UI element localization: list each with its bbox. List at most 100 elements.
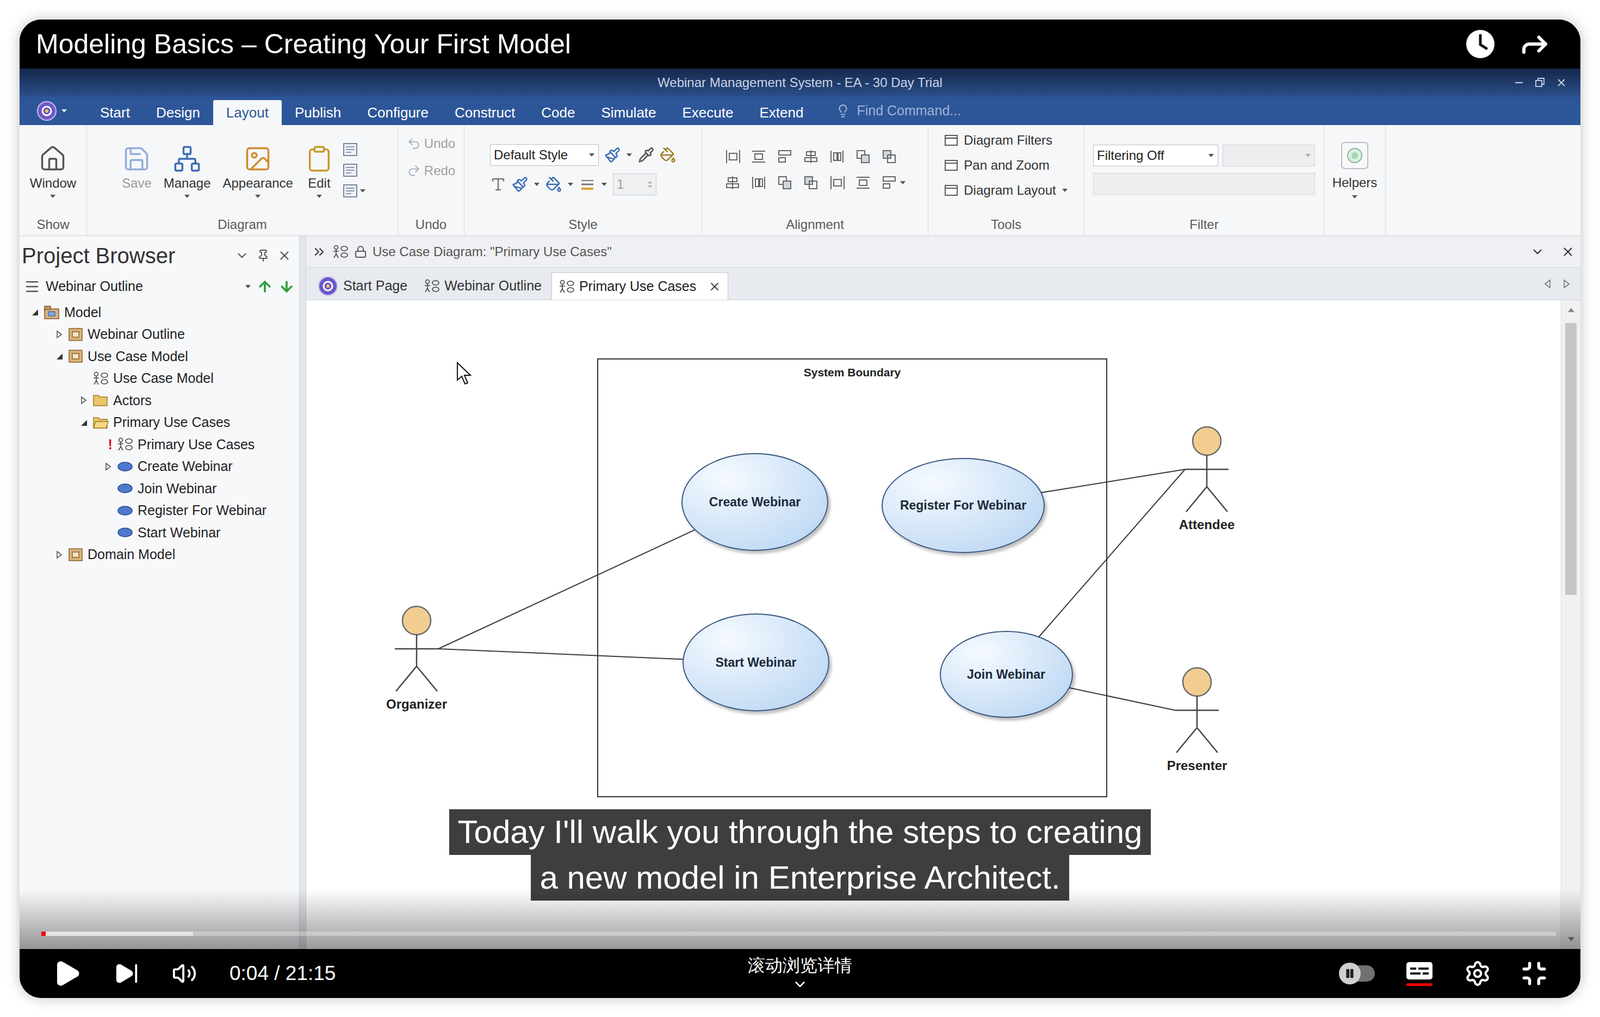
diagram-tab[interactable]: Start Page bbox=[310, 272, 414, 300]
panel-splitter[interactable] bbox=[299, 236, 307, 950]
align-icon[interactable] bbox=[854, 148, 872, 165]
vertical-scrollbar[interactable] bbox=[1560, 300, 1581, 950]
dropdown-arrow-icon[interactable] bbox=[254, 194, 262, 199]
collapse-toggle-icon[interactable] bbox=[30, 307, 40, 317]
ribbon-tab[interactable]: Construct bbox=[441, 100, 529, 126]
find-command-field[interactable]: Find Command... bbox=[835, 100, 961, 122]
scroll-tabs-right-icon[interactable] bbox=[1563, 278, 1571, 289]
tree-item[interactable]: Webinar Outline bbox=[19, 323, 300, 346]
use-case[interactable]: Join Webinar bbox=[939, 630, 1074, 718]
window-button[interactable]: Window bbox=[26, 140, 80, 200]
close-icon[interactable] bbox=[277, 248, 292, 263]
dropdown-arrow-icon[interactable] bbox=[60, 108, 68, 114]
diagram-option-icon[interactable] bbox=[342, 162, 359, 179]
dropdown-arrow-icon[interactable] bbox=[899, 180, 907, 185]
autoplay-toggle[interactable] bbox=[1338, 965, 1375, 982]
move-down-icon[interactable] bbox=[278, 278, 295, 295]
use-case[interactable]: Start Webinar bbox=[682, 613, 830, 712]
collapse-toggle-icon[interactable] bbox=[54, 351, 64, 361]
actor[interactable]: Attendee bbox=[1163, 425, 1251, 535]
dropdown-arrow-icon[interactable] bbox=[183, 194, 191, 199]
ribbon-tab[interactable]: Layout bbox=[213, 100, 282, 126]
dropdown-arrow-icon[interactable] bbox=[567, 182, 574, 187]
diagram-option-icon[interactable] bbox=[342, 182, 359, 200]
ribbon-tab[interactable]: Design bbox=[143, 100, 214, 126]
watch-later-icon[interactable] bbox=[1464, 27, 1497, 61]
settings-icon[interactable] bbox=[1464, 959, 1492, 988]
restore-window-icon[interactable] bbox=[1534, 77, 1546, 89]
font-color-icon[interactable] bbox=[511, 176, 529, 193]
align-icon[interactable] bbox=[724, 148, 741, 165]
minimize-window-icon[interactable] bbox=[1512, 76, 1525, 89]
helpers-icon[interactable] bbox=[1339, 140, 1370, 171]
expand-toggle-icon[interactable] bbox=[79, 395, 89, 405]
align-icon[interactable] bbox=[750, 148, 767, 165]
ribbon-tab[interactable]: Configure bbox=[354, 100, 442, 126]
tool-button[interactable]: Pan and Zoom bbox=[944, 155, 1068, 176]
align-icon[interactable] bbox=[776, 174, 793, 191]
diagram-tab[interactable]: Primary Use Cases bbox=[551, 272, 729, 300]
progress-bar[interactable] bbox=[41, 931, 1556, 936]
diagram-tab[interactable]: Webinar Outline bbox=[417, 272, 549, 300]
align-icon[interactable] bbox=[802, 148, 820, 165]
align-icon[interactable] bbox=[854, 174, 872, 191]
details-hint[interactable]: 滚动浏览详情 bbox=[747, 954, 853, 993]
tree-item[interactable]: Model bbox=[19, 301, 300, 324]
tree-item[interactable]: Create Webinar bbox=[19, 455, 300, 479]
tree-item[interactable]: Join Webinar bbox=[19, 477, 300, 500]
dropdown-arrow-icon[interactable] bbox=[315, 194, 323, 199]
tree-item[interactable]: Actors bbox=[19, 389, 300, 412]
subtitles-icon[interactable] bbox=[1404, 959, 1435, 988]
ea-logo-icon[interactable] bbox=[35, 100, 58, 122]
ribbon-tab[interactable]: Code bbox=[528, 100, 588, 126]
align-icon[interactable] bbox=[750, 174, 767, 191]
diagram-button[interactable]: Save bbox=[118, 140, 155, 200]
ribbon-tab[interactable]: Start bbox=[87, 100, 144, 126]
tree-item[interactable]: Primary Use Cases bbox=[19, 411, 300, 434]
pick-style-icon[interactable] bbox=[637, 146, 655, 164]
align-icon[interactable] bbox=[828, 174, 846, 191]
spin-down-icon[interactable] bbox=[647, 184, 653, 189]
filter-select[interactable]: Filtering Off bbox=[1093, 144, 1219, 167]
ribbon-tab[interactable]: Extend bbox=[746, 100, 817, 126]
undo-button[interactable]: Undo bbox=[406, 133, 456, 154]
scroll-down-icon[interactable] bbox=[1567, 936, 1575, 942]
align-icon[interactable] bbox=[828, 148, 846, 165]
tree-item[interactable]: Use Case Model bbox=[19, 367, 300, 390]
close-view-icon[interactable] bbox=[1560, 244, 1575, 259]
dropdown-arrow-icon[interactable] bbox=[625, 152, 633, 158]
collapse-toggle-icon[interactable] bbox=[79, 418, 89, 427]
close-window-icon[interactable] bbox=[1555, 76, 1568, 89]
expand-panel-icon[interactable] bbox=[311, 244, 327, 260]
view-menu-icon[interactable] bbox=[1530, 244, 1545, 259]
line-width-icon[interactable] bbox=[579, 176, 596, 193]
align-icon[interactable] bbox=[724, 174, 741, 191]
dropdown-arrow-icon[interactable] bbox=[600, 182, 608, 187]
tree-item[interactable]: Start Webinar bbox=[19, 521, 300, 544]
diagram-button[interactable]: Edit bbox=[301, 140, 337, 200]
move-up-icon[interactable] bbox=[256, 278, 274, 295]
share-icon[interactable] bbox=[1518, 27, 1552, 61]
dropdown-arrow-icon[interactable] bbox=[1351, 194, 1358, 200]
dropdown-arrow-icon[interactable] bbox=[1304, 153, 1312, 158]
use-case[interactable]: Create Webinar bbox=[681, 453, 829, 551]
helpers-button[interactable]: Helpers bbox=[1324, 125, 1386, 214]
tree-item[interactable]: Domain Model bbox=[19, 543, 300, 567]
format-painter-icon[interactable] bbox=[604, 146, 621, 164]
dropdown-arrow-icon[interactable] bbox=[533, 182, 541, 187]
tree-item[interactable]: Register For Webinar bbox=[19, 499, 300, 523]
spin-up-icon[interactable] bbox=[647, 180, 653, 184]
expand-toggle-icon[interactable] bbox=[103, 462, 113, 471]
apply-style-icon[interactable] bbox=[659, 146, 677, 164]
align-icon[interactable] bbox=[802, 174, 820, 191]
align-icon[interactable] bbox=[881, 174, 898, 191]
scrollbar-thumb[interactable] bbox=[1565, 323, 1577, 595]
tree-item[interactable]: !Primary Use Cases bbox=[19, 433, 300, 456]
diagram-button[interactable]: Manage bbox=[160, 140, 215, 200]
ea-logo-icon[interactable] bbox=[317, 275, 339, 297]
dropdown-arrow-icon[interactable] bbox=[244, 284, 252, 289]
style-select[interactable]: Default Style bbox=[490, 144, 599, 166]
pin-icon[interactable] bbox=[256, 249, 270, 263]
align-icon[interactable] bbox=[881, 148, 898, 165]
close-tab-icon[interactable] bbox=[708, 280, 722, 294]
